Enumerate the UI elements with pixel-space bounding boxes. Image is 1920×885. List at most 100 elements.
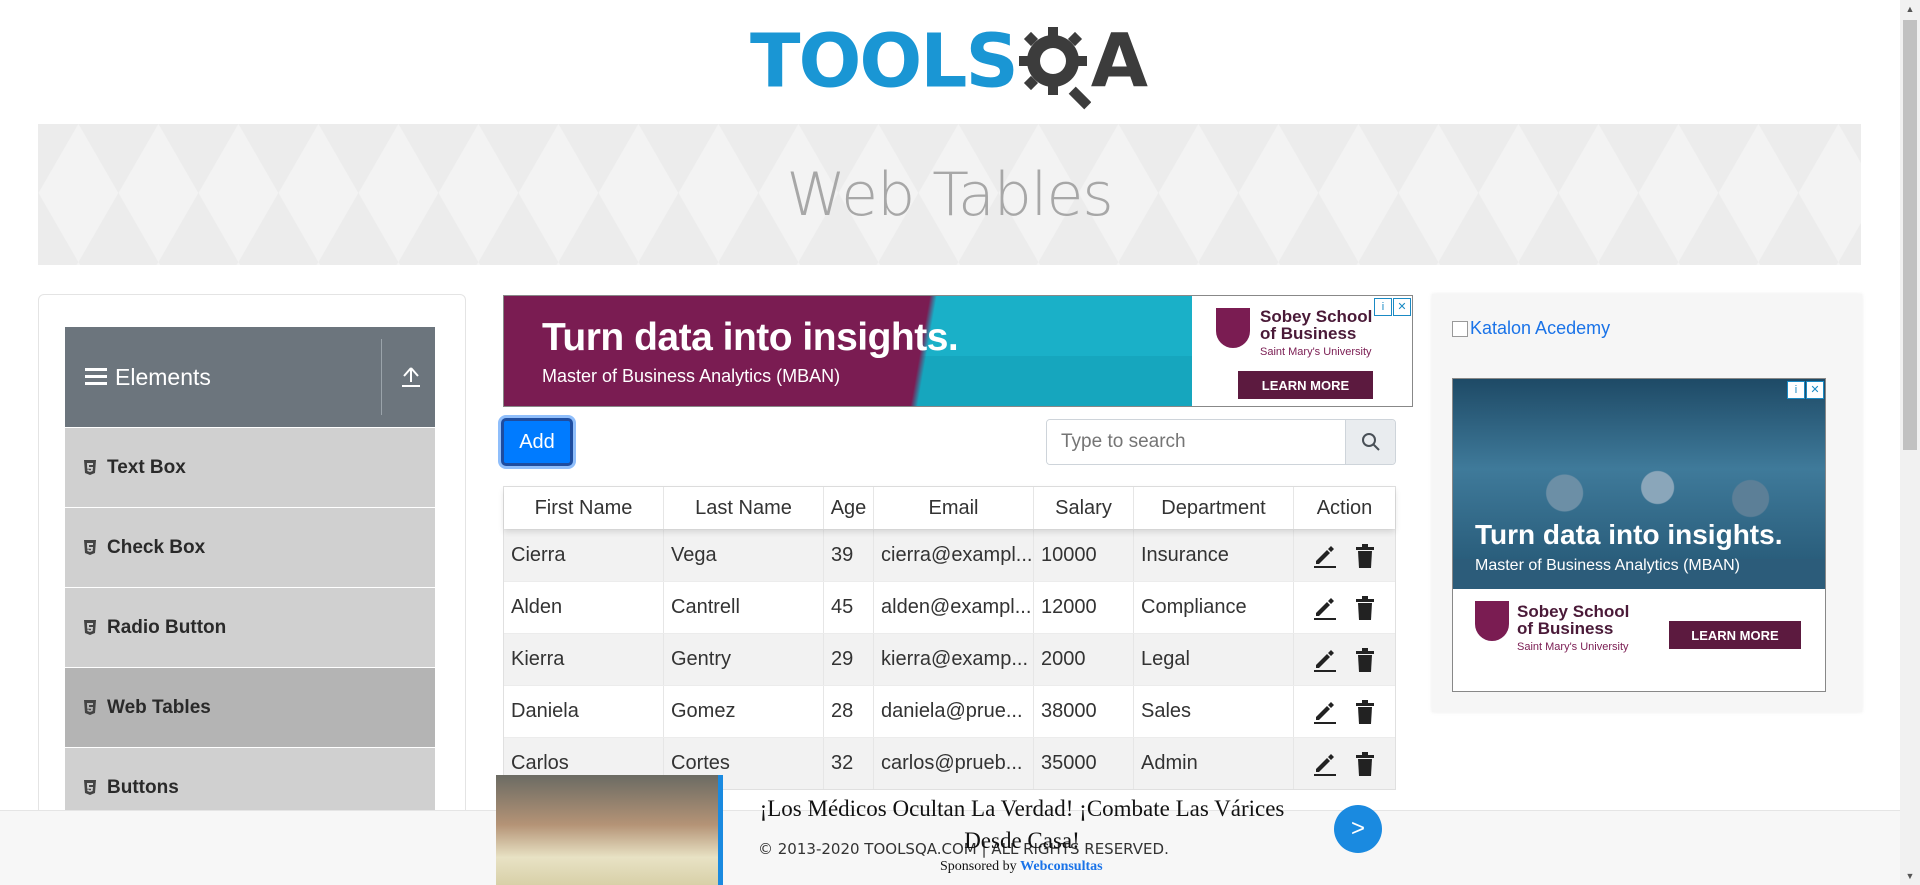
cell-email: cierra@exampl...	[874, 530, 1034, 581]
delete-icon[interactable]	[1352, 751, 1378, 777]
ad-brand-box: Sobey School of Business Saint Mary's Un…	[1453, 589, 1825, 691]
cell-last-name: Gentry	[664, 634, 824, 685]
table-row: Alden Cantrell 45 alden@exampl... 12000 …	[504, 581, 1395, 633]
delete-icon[interactable]	[1352, 595, 1378, 621]
column-header-email[interactable]: Email	[874, 487, 1034, 529]
cell-salary: 10000	[1034, 530, 1134, 581]
hamburger-icon	[85, 364, 109, 390]
edit-icon[interactable]	[1312, 699, 1338, 725]
sidebar-item-label: Text Box	[107, 456, 186, 478]
html5-icon	[84, 539, 96, 555]
top-ad-banner[interactable]: Turn data into insights. Master of Busin…	[503, 295, 1413, 407]
cell-age: 45	[824, 582, 874, 633]
cell-department: Legal	[1134, 634, 1294, 685]
column-header-salary[interactable]: Salary	[1034, 487, 1134, 529]
elements-group-header[interactable]: Elements	[65, 327, 435, 427]
search-icon	[1361, 433, 1380, 451]
sponsored-prefix: Sponsored by	[940, 859, 1017, 874]
cell-last-name: Cantrell	[664, 582, 824, 633]
delete-icon[interactable]	[1352, 699, 1378, 725]
ad-close-icon[interactable]: ✕	[1806, 381, 1824, 399]
edit-icon[interactable]	[1312, 751, 1338, 777]
elements-menu: Text Box Check Box Radio Button Web Tabl…	[65, 427, 435, 827]
sidebar-item-web-tables[interactable]: Web Tables	[65, 667, 435, 747]
sponsored-by: Sponsored by Webconsultas	[940, 859, 1103, 875]
html5-icon	[84, 779, 96, 795]
ad-image	[496, 775, 718, 885]
sponsor-link[interactable]: Webconsultas	[1020, 859, 1102, 874]
column-header-last-name[interactable]: Last Name	[664, 487, 824, 529]
column-header-age[interactable]: Age	[824, 487, 874, 529]
sobey-crest-icon	[1216, 308, 1250, 348]
page-title: Web Tables	[786, 160, 1113, 230]
cell-department: Sales	[1134, 686, 1294, 737]
scrollbar-thumb[interactable]	[1903, 20, 1917, 450]
collapse-arrow-icon[interactable]	[397, 357, 425, 397]
edit-icon[interactable]	[1312, 595, 1338, 621]
cell-last-name: Gomez	[664, 686, 824, 737]
brand-line-2: of Business	[1517, 619, 1614, 638]
search-box	[1046, 419, 1396, 465]
sidebar-item-check-box[interactable]: Check Box	[65, 507, 435, 587]
scroll-up-arrow-icon[interactable]: ▲	[1900, 0, 1920, 18]
web-table: First Name Last Name Age Email Salary De…	[503, 486, 1396, 790]
cell-first-name: Daniela	[504, 686, 664, 737]
cell-actions	[1294, 582, 1395, 633]
brand-line-1: Sobey School	[1517, 602, 1630, 621]
sidebar-item-label: Check Box	[107, 536, 206, 558]
cell-actions	[1294, 634, 1395, 685]
right-ad-banner[interactable]: i ✕ Turn data into insights. Master of B…	[1452, 378, 1826, 692]
search-input[interactable]	[1047, 420, 1345, 464]
html5-icon	[84, 459, 96, 475]
logo-text-tools: TOOLS	[750, 18, 1019, 105]
table-row: Kierra Gentry 29 kierra@examp... 2000 Le…	[504, 633, 1395, 685]
ad-info-icon[interactable]: i	[1374, 298, 1392, 316]
scroll-down-arrow-icon[interactable]: ▼	[1900, 867, 1920, 885]
gear-magnifier-icon	[1018, 26, 1091, 109]
ad-close-icon[interactable]: ✕	[1393, 298, 1411, 316]
cell-first-name: Kierra	[504, 634, 664, 685]
add-button[interactable]: Add	[501, 418, 573, 466]
table-row: Cierra Vega 39 cierra@exampl... 10000 In…	[504, 529, 1395, 581]
sidebar-item-text-box[interactable]: Text Box	[65, 427, 435, 507]
toolsqa-logo[interactable]: TOOLS A	[750, 18, 1155, 113]
page-scrollbar[interactable]: ▲ ▼	[1900, 0, 1920, 885]
cell-age: 29	[824, 634, 874, 685]
sidebar-item-radio-button[interactable]: Radio Button	[65, 587, 435, 667]
brand-name: Sobey School of Business	[1517, 603, 1629, 637]
cell-salary: 38000	[1034, 686, 1134, 737]
ad-subline: Master of Business Analytics (MBAN)	[542, 366, 841, 386]
ad-headline: Turn data into insights.	[1475, 519, 1783, 550]
cell-email: daniela@prue...	[874, 686, 1034, 737]
delete-icon[interactable]	[1352, 647, 1378, 673]
brand-line-2: of Business	[1260, 324, 1357, 343]
cell-first-name: Cierra	[504, 530, 664, 581]
learn-more-button[interactable]: LEARN MORE	[1669, 621, 1801, 649]
katalon-academy-link[interactable]: Katalon Acedemy	[1452, 318, 1610, 339]
ad-subline: Master of Business Analytics (MBAN)	[1475, 557, 1740, 574]
edit-icon[interactable]	[1312, 647, 1338, 673]
cell-salary: 2000	[1034, 634, 1134, 685]
edit-icon[interactable]	[1312, 543, 1338, 569]
cell-department: Insurance	[1134, 530, 1294, 581]
sidebar-item-label: Radio Button	[107, 616, 227, 638]
logo-text-a: A	[1090, 18, 1148, 105]
sidebar-item-label: Buttons	[107, 776, 179, 798]
column-header-department[interactable]: Department	[1134, 487, 1294, 529]
table-row: Daniela Gomez 28 daniela@prue... 38000 S…	[504, 685, 1395, 737]
page: TOOLS A Web Tables Elements Text Box Che…	[0, 0, 1920, 885]
cell-last-name: Vega	[664, 530, 824, 581]
ad-info-icon[interactable]: i	[1787, 381, 1805, 399]
delete-icon[interactable]	[1352, 543, 1378, 569]
html5-icon	[84, 699, 96, 715]
header-divider	[381, 339, 382, 415]
column-header-first-name[interactable]: First Name	[504, 487, 664, 529]
cell-salary: 12000	[1034, 582, 1134, 633]
cell-age: 28	[824, 686, 874, 737]
column-header-action: Action	[1316, 496, 1373, 519]
katalon-link-text: Katalon Acedemy	[1470, 318, 1611, 338]
learn-more-button[interactable]: LEARN MORE	[1238, 371, 1373, 399]
cell-first-name: Alden	[504, 582, 664, 633]
search-button[interactable]	[1345, 420, 1395, 464]
ad-go-button[interactable]: >	[1334, 805, 1382, 853]
